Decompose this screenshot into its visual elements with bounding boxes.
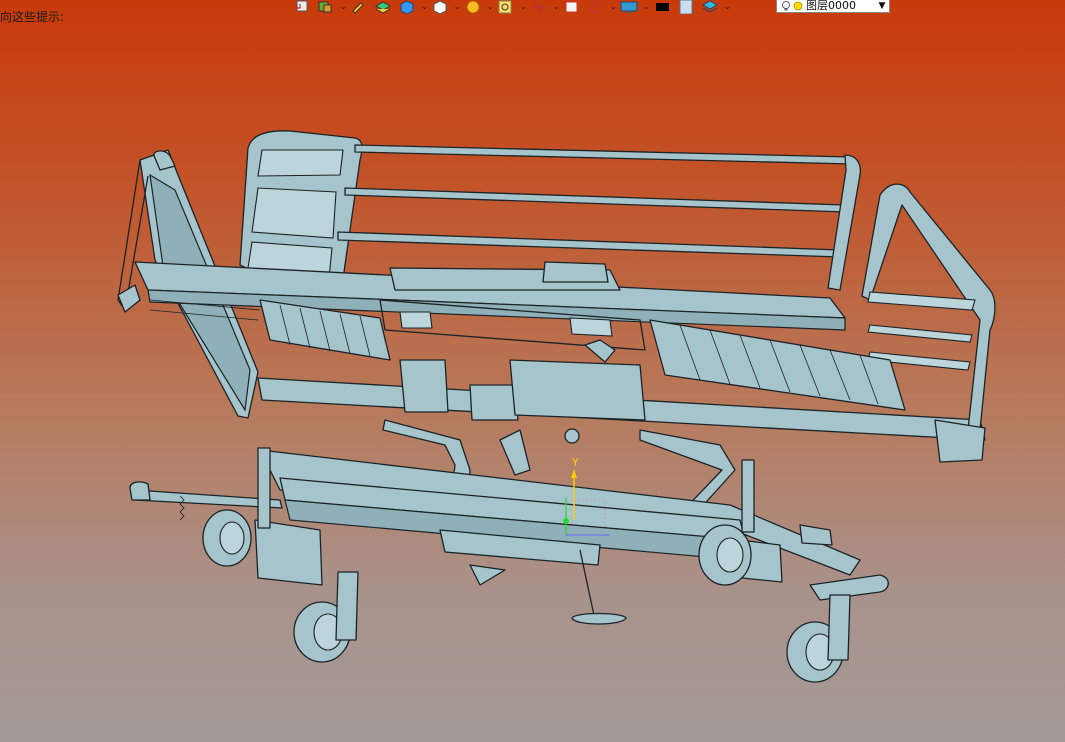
3d-viewport[interactable]: 向这些提示: ⌄ ⌄ ⌄ ⌄ ⌄ ⌄ ⌄ ⌄ ⌄ 图层0000 ▼ Y [0, 0, 1065, 742]
axis-y-label: Y [571, 456, 579, 469]
bed-3d-model[interactable]: Y [0, 0, 1065, 742]
